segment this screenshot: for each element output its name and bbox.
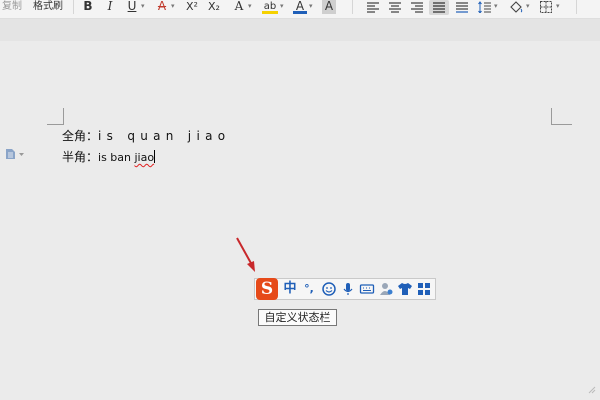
align-right-icon[interactable]	[410, 1, 424, 13]
distributed-align-icon[interactable]	[455, 1, 469, 13]
text-effect-button[interactable]: A	[232, 0, 246, 14]
chinese-mode-button[interactable]: 中	[282, 281, 298, 297]
italic-button[interactable]: I	[104, 0, 116, 14]
punctuation-mode-button[interactable]: °,	[301, 281, 317, 297]
chevron-down-icon[interactable]: ▾	[556, 0, 560, 12]
chevron-down-icon[interactable]: ▾	[248, 0, 252, 12]
emoji-icon[interactable]	[321, 281, 337, 297]
border-icon[interactable]	[539, 0, 553, 14]
chevron-down-icon[interactable]: ▾	[171, 0, 175, 12]
margin-corner-top-right	[551, 108, 572, 125]
shading-fill-icon[interactable]	[508, 0, 524, 14]
soft-keyboard-icon[interactable]	[359, 281, 375, 297]
justify-icon[interactable]	[432, 1, 446, 13]
document-line-fullwidth[interactable]: 全角：is quan jiao	[62, 127, 230, 144]
chevron-down-icon[interactable]: ▾	[526, 0, 530, 12]
toolbar-separator	[352, 0, 353, 14]
microphone-icon[interactable]	[340, 281, 356, 297]
format-painter-button[interactable]: 格式刷	[33, 0, 63, 13]
document-page[interactable]	[0, 41, 600, 400]
halfwidth-text: is ban	[98, 151, 135, 164]
fullwidth-text: is quan jiao	[98, 129, 231, 143]
margin-corner-top-left	[47, 108, 64, 125]
chevron-down-icon[interactable]: ▾	[309, 0, 313, 12]
toolbar-separator	[73, 0, 74, 14]
bold-button[interactable]: B	[82, 0, 94, 14]
annotation-arrow-icon	[236, 237, 255, 272]
character-shading-button[interactable]: A	[322, 0, 336, 14]
line-spacing-icon[interactable]	[478, 1, 492, 13]
chevron-down-icon[interactable]: ▾	[280, 0, 284, 12]
superscript-button[interactable]: X²	[185, 0, 199, 14]
copy-button[interactable]: 复制	[2, 0, 22, 13]
chevron-down-icon[interactable]: ▾	[141, 0, 145, 12]
sogou-logo-icon[interactable]: S	[256, 278, 278, 300]
chevron-down-icon[interactable]: ▾	[494, 0, 498, 12]
ime-status-bar[interactable]: S 中 °,	[254, 278, 436, 300]
align-center-icon[interactable]	[388, 1, 402, 13]
formatting-toolbar: 复制 格式刷 B I U ▾ A ▾ X² X₂ A ▾ ab ▾ A ▾ A …	[0, 0, 600, 19]
skin-shirt-icon[interactable]	[397, 281, 413, 297]
font-color-button[interactable]: A	[293, 0, 307, 14]
ruler-strip	[0, 19, 600, 41]
user-account-icon[interactable]	[378, 281, 394, 297]
misspelled-word[interactable]: jiao	[135, 151, 155, 164]
line-label: 半角：	[62, 150, 99, 164]
paragraph-handle-icon[interactable]	[5, 148, 25, 160]
toolbox-grid-icon[interactable]	[416, 281, 432, 297]
strikethrough-button[interactable]: A	[155, 0, 169, 14]
underline-button[interactable]: U	[126, 0, 138, 14]
customize-status-bar-tooltip: 自定义状态栏	[258, 309, 337, 326]
text-cursor	[154, 150, 156, 163]
resize-grip-icon[interactable]	[588, 386, 596, 394]
align-left-icon[interactable]	[366, 1, 380, 13]
line-label: 全角：	[62, 129, 99, 143]
toolbar-separator	[576, 0, 577, 14]
document-line-halfwidth[interactable]: 半角：is ban jiao	[62, 148, 156, 165]
subscript-button[interactable]: X₂	[207, 0, 221, 14]
highlight-button[interactable]: ab	[262, 0, 278, 14]
